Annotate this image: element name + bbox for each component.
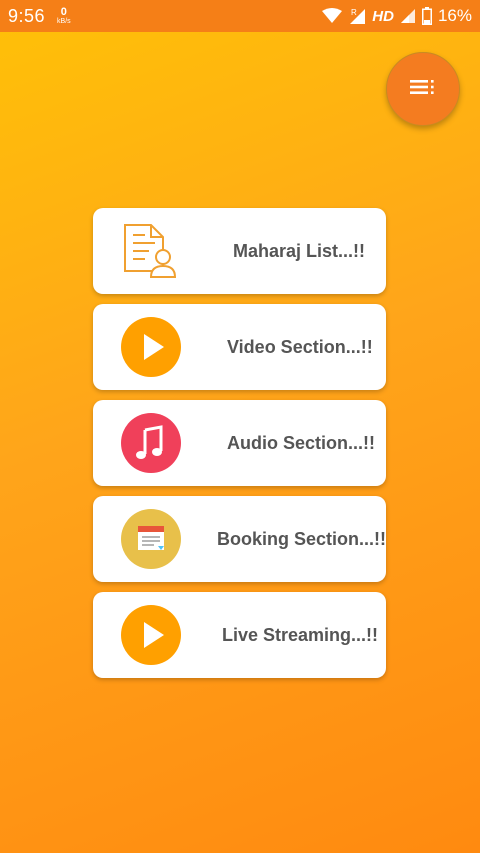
menu-card-video-section[interactable]: Video Section...!! [93,304,386,390]
menu-card-label: Live Streaming...!! [222,624,379,645]
menu-list-icon [410,78,436,101]
menu-card-live-streaming[interactable]: Live Streaming...!! [93,592,386,678]
status-icons: R HD 16% [322,6,472,26]
network-type: HD [372,7,394,25]
document-person-icon [121,221,181,281]
status-time: 9:56 [8,5,46,26]
play-icon [121,605,181,665]
menu-card-label: Maharaj List...!! [233,240,366,261]
menu-fab-button[interactable] [386,52,460,126]
network-speed-value: 0 [60,6,67,18]
menu-card-label: Audio Section...!! [227,432,375,453]
svg-text:R: R [351,8,357,17]
signal-icon [400,8,416,24]
app-screen: 9:56 0 kB/s R HD 16% Maharaj List...!! V… [0,0,480,853]
status-bar: 9:56 0 kB/s R HD 16% [0,0,480,32]
music-note-icon [121,413,181,473]
wifi-icon [322,8,343,24]
battery-level: 16% [437,6,472,25]
menu-card-audio-section[interactable]: Audio Section...!! [93,400,386,486]
menu-card-label: Booking Section...!! [217,528,386,549]
network-speed: 0 kB/s [57,6,71,26]
play-icon [121,317,181,377]
battery-icon [421,7,432,25]
signal-roaming-icon: R [348,7,366,25]
network-speed-unit: kB/s [57,18,71,25]
menu-card-label: Video Section...!! [227,336,373,357]
menu-card-booking-section[interactable]: Booking Section...!! [93,496,386,582]
calendar-icon [121,509,181,569]
menu-card-maharaj-list[interactable]: Maharaj List...!! [93,208,386,294]
